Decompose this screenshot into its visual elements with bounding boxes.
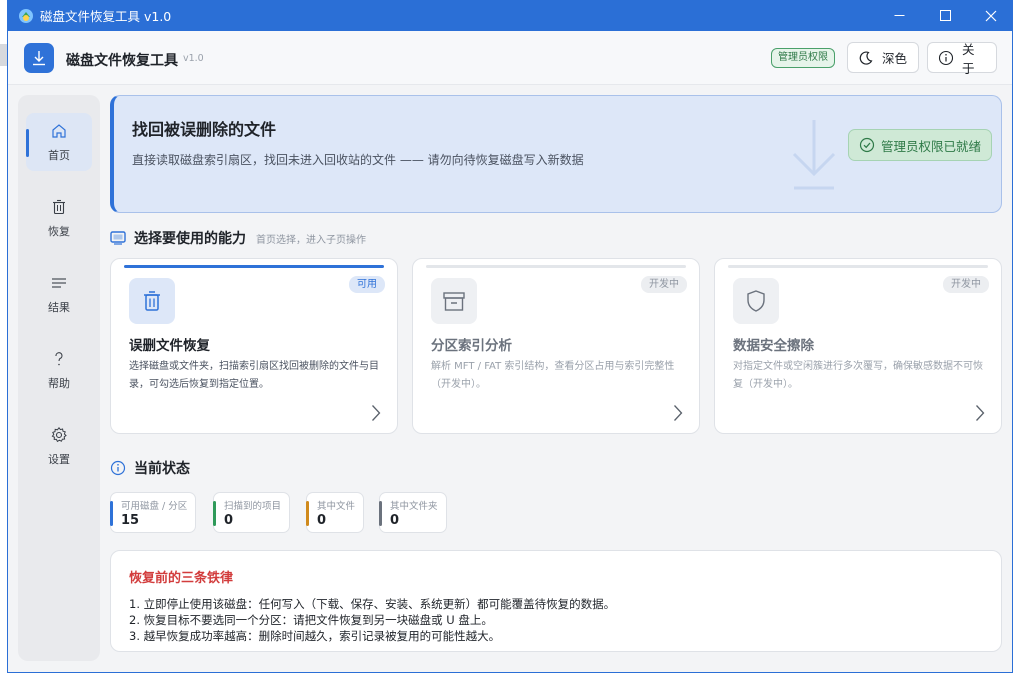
sidebar-item-help[interactable]: 帮助 xyxy=(26,341,92,399)
card-secure-erase[interactable]: 开发中 数据安全擦除 对指定文件或空闲簇进行多次覆写，确保敏感数据不可恢复（开发… xyxy=(714,258,1002,434)
stat-label: 扫描到的项目 xyxy=(224,501,282,512)
admin-ready-badge: 管理员权限已就绪 xyxy=(848,129,993,161)
rules-panel: 恢复前的三条铁律 1. 立即停止使用该磁盘：任何写入（下载、保存、安装、系统更新… xyxy=(110,550,1002,652)
monitor-icon xyxy=(110,231,126,245)
download-icon xyxy=(33,51,45,66)
card-title: 分区索引分析 xyxy=(431,338,512,354)
card-tag-available: 可用 xyxy=(349,276,385,293)
stat-files: 其中文件 0 xyxy=(306,492,365,533)
app-header: 磁盘文件恢复工具 v1.0 管理员权限 深色 关于 xyxy=(8,31,1012,85)
check-circle-icon xyxy=(859,137,875,153)
maximize-button[interactable] xyxy=(922,0,968,31)
sidebar-item-label: 帮助 xyxy=(48,377,70,390)
card-title: 误删文件恢复 xyxy=(129,338,210,354)
sidebar-item-label: 首页 xyxy=(48,149,70,162)
gear-icon xyxy=(50,425,68,445)
status-title: 当前状态 xyxy=(134,461,190,477)
stat-value: 0 xyxy=(317,513,327,528)
theme-toggle-button[interactable]: 深色 xyxy=(847,42,919,73)
sidebar-item-label: 恢复 xyxy=(48,225,70,238)
trash-icon xyxy=(129,278,175,324)
sidebar-item-label: 结果 xyxy=(48,301,70,314)
trash-icon xyxy=(50,197,68,217)
stat-label: 其中文件 xyxy=(317,501,356,512)
stat-value: 15 xyxy=(121,513,140,528)
sidebar-item-label: 设置 xyxy=(48,453,70,466)
maximize-icon xyxy=(939,10,951,21)
about-label: 关于 xyxy=(962,41,975,76)
title-bar: 磁盘文件恢复工具 v1.0 xyxy=(8,0,1012,31)
home-icon xyxy=(50,121,68,141)
moon-icon xyxy=(858,50,874,66)
hero-banner: 找回被误删除的文件 直接读取磁盘索引扇区，找回未进入回收站的文件 —— 请勿向待… xyxy=(110,95,1002,213)
card-description: 解析 MFT / FAT 索引结构，查看分区占用与索引完整性（开发中）。 xyxy=(431,361,675,390)
rule-line: 1. 立即停止使用该磁盘：任何写入（下载、保存、安装、系统更新）都可能覆盖待恢复… xyxy=(129,597,616,611)
sidebar-item-results[interactable]: 结果 xyxy=(26,265,92,323)
card-tag-in-development: 开发中 xyxy=(641,276,687,293)
capabilities-hint: 首页选择，进入子页操作 xyxy=(256,234,366,246)
app-window-icon xyxy=(18,8,34,24)
rules-title: 恢复前的三条铁律 xyxy=(129,571,234,586)
info-icon xyxy=(110,460,126,476)
stat-disks: 可用磁盘 / 分区 15 xyxy=(110,492,197,533)
shield-icon xyxy=(733,278,779,324)
rule-line: 2. 恢复目标不要选同一个分区：请把文件恢复到另一块磁盘或 U 盘上。 xyxy=(129,613,493,627)
card-file-recovery[interactable]: 可用 误删文件恢复 选择磁盘或文件夹，扫描索引扇区找回被删除的文件与目录，可勾选… xyxy=(110,258,398,434)
app-version: v1.0 xyxy=(183,53,204,64)
card-partition-analysis[interactable]: 开发中 分区索引分析 解析 MFT / FAT 索引结构，查看分区占用与索引完整… xyxy=(412,258,700,434)
info-icon xyxy=(938,50,954,66)
hero-subtitle: 直接读取磁盘索引扇区，找回未进入回收站的文件 —— 请勿向待恢复磁盘写入新数据 xyxy=(132,153,584,167)
card-title: 数据安全擦除 xyxy=(733,338,814,354)
card-accent-bar xyxy=(728,265,988,268)
hero-title: 找回被误删除的文件 xyxy=(132,120,277,139)
window-title: 磁盘文件恢复工具 v1.0 xyxy=(40,9,172,24)
about-button[interactable]: 关于 xyxy=(927,42,997,76)
card-tag-in-development: 开发中 xyxy=(943,276,989,293)
sidebar-item-home[interactable]: 首页 xyxy=(26,113,92,171)
stat-value: 0 xyxy=(224,513,234,528)
chevron-right-icon xyxy=(673,404,683,422)
app-window: 磁盘文件恢复工具 v1.0 磁盘文件恢复工具 v1.0 管理员权限 深色 关于 … xyxy=(7,0,1013,673)
card-accent-bar xyxy=(426,265,686,268)
card-description: 对指定文件或空闲簇进行多次覆写，确保敏感数据不可恢复（开发中）。 xyxy=(733,361,983,390)
archive-icon xyxy=(431,278,477,324)
rule-line: 3. 越早恢复成功率越高：删除时间越久，索引记录被复用的可能性越大。 xyxy=(129,629,501,643)
stat-value: 0 xyxy=(390,513,400,528)
status-header: 当前状态 xyxy=(110,458,190,478)
close-icon xyxy=(985,10,997,21)
app-logo xyxy=(24,43,54,73)
background-window-edge xyxy=(0,44,7,66)
close-button[interactable] xyxy=(968,0,1012,31)
sidebar-item-recover[interactable]: 恢复 xyxy=(26,189,92,247)
app-name: 磁盘文件恢复工具 xyxy=(66,53,178,69)
stat-scanned-items: 扫描到的项目 0 xyxy=(213,492,291,533)
card-description: 选择磁盘或文件夹，扫描索引扇区找回被删除的文件与目录，可勾选后恢复到指定位置。 xyxy=(129,361,379,390)
admin-ready-label: 管理员权限已就绪 xyxy=(881,138,982,154)
capabilities-header: 选择要使用的能力 首页选择，进入子页操作 xyxy=(110,228,366,248)
help-icon xyxy=(50,349,68,369)
minimize-button[interactable] xyxy=(876,0,922,31)
stat-label: 可用磁盘 / 分区 xyxy=(121,501,188,512)
chevron-right-icon xyxy=(371,404,381,422)
theme-toggle-label: 深色 xyxy=(882,51,908,66)
admin-badge: 管理员权限 xyxy=(771,48,835,68)
chevron-right-icon xyxy=(975,404,985,422)
minimize-icon xyxy=(894,15,904,16)
card-accent-bar xyxy=(124,265,384,268)
sidebar: 首页 恢复 结果 帮助 设置 xyxy=(18,95,100,661)
sidebar-item-settings[interactable]: 设置 xyxy=(26,417,92,475)
list-icon xyxy=(50,273,68,293)
capabilities-title: 选择要使用的能力 xyxy=(134,231,246,247)
download-watermark-icon xyxy=(786,118,842,197)
stat-label: 其中文件夹 xyxy=(390,501,438,512)
stat-folders: 其中文件夹 0 xyxy=(379,492,447,533)
